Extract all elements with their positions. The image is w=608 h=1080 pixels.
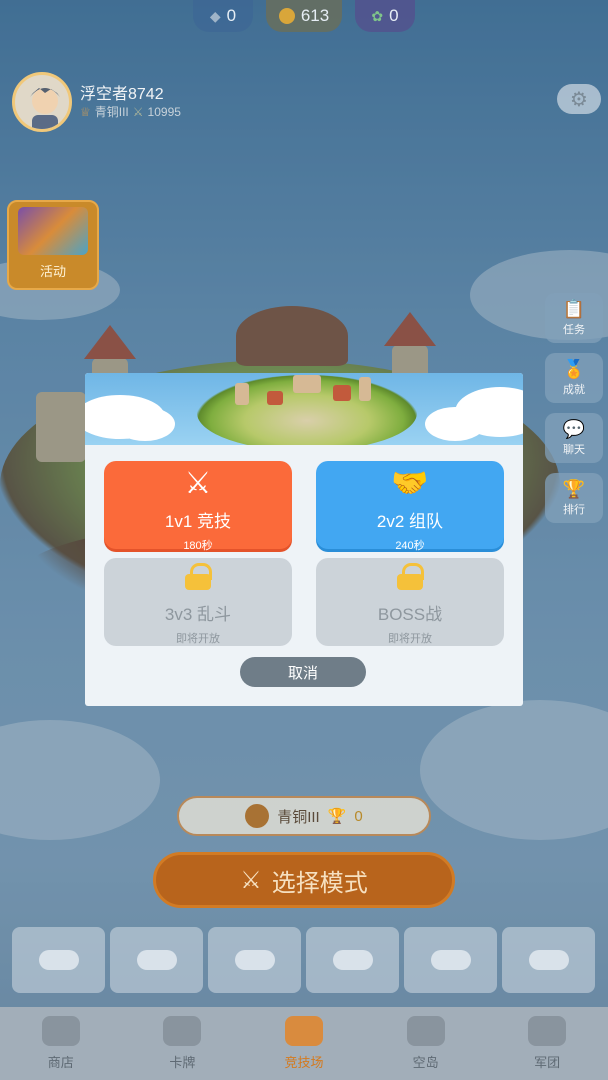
card-slot[interactable]	[502, 927, 595, 993]
card-slot[interactable]	[12, 927, 105, 993]
mode-3v3-button[interactable]: 3v3 乱斗 即将开放	[104, 558, 292, 646]
side-button-label: 任务	[563, 323, 585, 336]
nav-label: 空岛	[412, 1055, 439, 1070]
side-button-tasks[interactable]: 📋 任务	[545, 293, 603, 343]
diamond-counter[interactable]: ◆ 0	[193, 0, 253, 32]
side-button-label: 聊天	[563, 443, 585, 456]
trophy-icon: 🏆	[562, 478, 586, 499]
energy-icon: ✿	[371, 7, 384, 24]
side-button-label: 排行	[563, 503, 585, 516]
crossed-swords-icon	[284, 1016, 323, 1046]
coin-counter[interactable]: 613	[266, 0, 342, 32]
nav-cards[interactable]: 卡牌	[122, 1007, 244, 1080]
activity-button[interactable]: 活动	[7, 200, 99, 290]
select-mode-label: 选择模式	[271, 869, 368, 897]
energy-counter[interactable]: ✿ 0	[355, 0, 415, 32]
settings-button[interactable]: ⚙	[557, 84, 601, 114]
cloud-icon	[234, 950, 275, 970]
mode-title: 3v3 乱斗	[164, 605, 232, 624]
mode-duration: 240秒	[395, 540, 425, 552]
crossed-swords-icon: ⚔	[184, 467, 212, 500]
side-button-label: 成就	[563, 383, 585, 396]
side-button-chat[interactable]: 💬 聊天	[545, 413, 603, 463]
nav-legion[interactable]: 军团	[486, 1007, 608, 1080]
cloud-icon	[332, 950, 373, 970]
legion-icon	[528, 1016, 567, 1046]
bottom-nav: 商店 卡牌 竞技场 空岛 军团	[0, 1007, 608, 1080]
player-rank: 青铜III	[94, 105, 129, 119]
avatar[interactable]	[12, 72, 72, 132]
handshake-icon: 🤝	[391, 467, 429, 500]
cloud-icon	[38, 950, 79, 970]
nav-label: 卡牌	[169, 1055, 196, 1070]
mode-title: BOSS战	[377, 605, 443, 624]
mode-status: 即将开放	[388, 633, 432, 645]
nav-label: 竞技场	[284, 1055, 324, 1070]
nav-sky-island[interactable]: 空岛	[365, 1007, 487, 1080]
dialog-banner-image	[85, 373, 523, 445]
activity-banner-image	[18, 207, 88, 255]
cloud-icon	[528, 950, 569, 970]
medal-icon: 🏅	[562, 358, 586, 379]
nav-shop[interactable]: 商店	[0, 1007, 122, 1080]
card-slot[interactable]	[110, 927, 203, 993]
gear-icon: ⚙	[570, 88, 588, 111]
mode-duration: 180秒	[183, 540, 213, 552]
nav-arena[interactable]: 竞技场	[243, 1007, 365, 1080]
lock-icon	[185, 563, 212, 590]
mode-boss-button[interactable]: BOSS战 即将开放	[316, 558, 504, 646]
side-button-achievements[interactable]: 🏅 成就	[545, 353, 603, 403]
shop-icon	[41, 1016, 80, 1046]
island-icon	[406, 1016, 445, 1046]
cloud-icon	[430, 950, 471, 970]
cloud-icon	[136, 950, 177, 970]
diamond-value: 0	[226, 6, 237, 25]
player-rank-line: ♕ 青铜III ⚔ 10995	[80, 103, 181, 120]
crossed-swords-icon: ⚔	[240, 866, 262, 894]
card-slot[interactable]	[404, 927, 497, 993]
activity-label: 活动	[39, 264, 66, 279]
player-score: 10995	[147, 104, 181, 119]
trophy-icon: 🏆	[327, 808, 347, 825]
rank-icon: ♕	[80, 104, 91, 119]
energy-value: 0	[389, 6, 399, 25]
mode-title: 2v2 组队	[376, 512, 444, 531]
clipboard-icon: 📋	[562, 298, 586, 319]
card-slot[interactable]	[208, 927, 301, 993]
mode-status: 即将开放	[176, 633, 220, 645]
cancel-button[interactable]: 取消	[240, 657, 366, 687]
coin-value: 613	[300, 6, 330, 25]
cards-icon	[163, 1016, 202, 1046]
lock-icon	[397, 563, 424, 590]
player-name: 浮空者8742	[80, 86, 164, 103]
select-mode-button[interactable]: ⚔ 选择模式	[153, 852, 455, 908]
mode-2v2-button[interactable]: 🤝 2v2 组队 240秒	[316, 461, 504, 552]
mode-select-dialog: ⚔ 1v1 竞技 180秒 🤝 2v2 组队 240秒 3v3 乱斗 即将开放 …	[85, 373, 523, 706]
mode-1v1-button[interactable]: ⚔ 1v1 竞技 180秒	[104, 461, 292, 552]
chat-icon: 💬	[562, 418, 586, 439]
rank-badge-icon	[245, 804, 270, 828]
rank-pill-rank: 青铜III	[277, 808, 320, 826]
nav-label: 军团	[534, 1055, 561, 1070]
rank-pill[interactable]: 青铜III 🏆 0	[177, 796, 431, 836]
nav-label: 商店	[47, 1055, 74, 1070]
score-icon: ⚔	[132, 104, 144, 119]
card-slot[interactable]	[306, 927, 399, 993]
side-button-ranking[interactable]: 🏆 排行	[545, 473, 603, 523]
trophy-count: 0	[354, 807, 363, 825]
mode-title: 1v1 竞技	[164, 512, 232, 531]
diamond-icon: ◆	[209, 7, 221, 24]
coin-icon	[278, 8, 295, 24]
